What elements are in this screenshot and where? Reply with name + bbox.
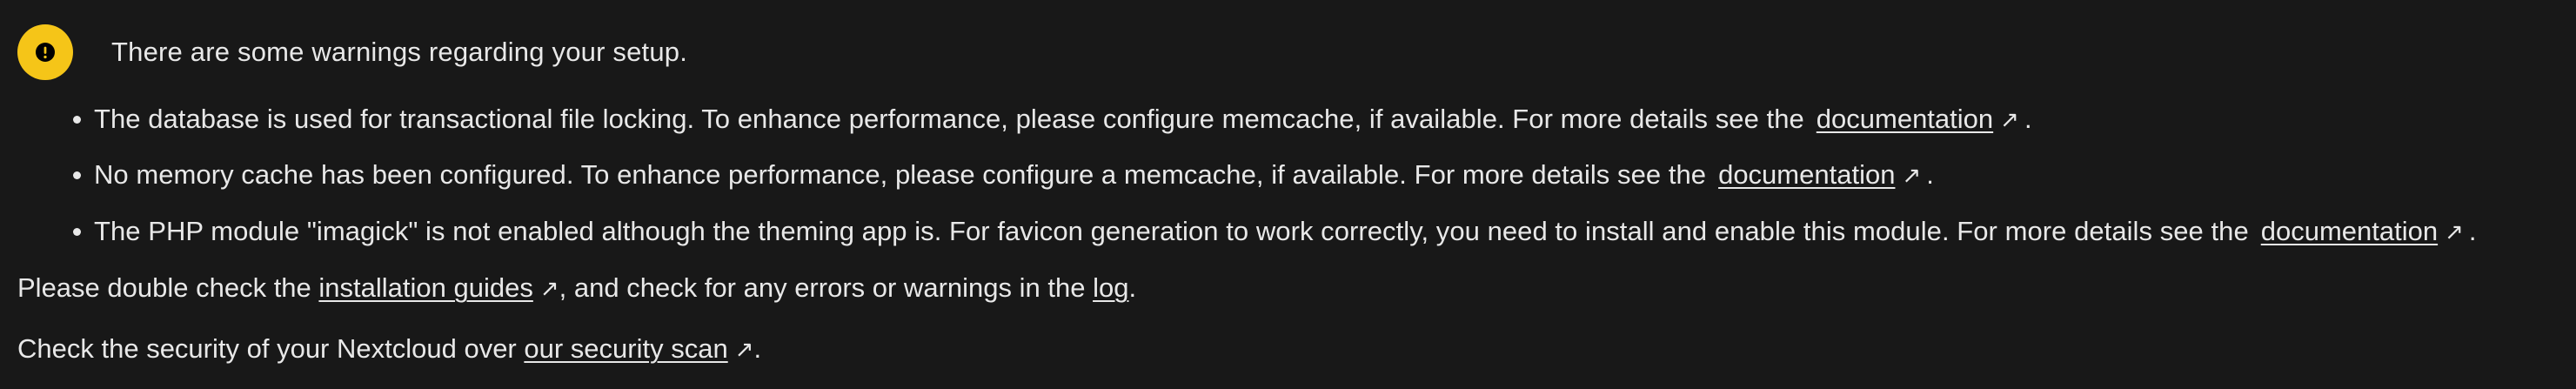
documentation-link[interactable]: documentation ↗ [1817,103,2019,135]
installation-guides-link[interactable]: installation guides ↗ [318,272,559,304]
documentation-link[interactable]: documentation ↗ [1718,158,1921,191]
warning-item-database-locking: The database is used for transactional f… [73,102,2032,137]
warning-icon [17,24,73,80]
external-link-arrow-icon: ↗ [2445,218,2464,245]
documentation-link-label: documentation [2260,216,2439,247]
external-link-arrow-icon: ↗ [539,275,559,302]
documentation-link-label: documentation [1718,159,1896,191]
documentation-link-label: documentation [1816,104,1994,135]
warning-item-memory-cache: No memory cache has been configured. To … [73,158,1934,192]
warning-suffix: . [2468,216,2477,247]
warning-text: The database is used for transactional f… [94,104,1804,135]
installation-guides-text-before: Please double check the [17,272,319,304]
installation-guides-text-middle: , and check for any errors or warnings i… [559,272,1094,304]
external-link-arrow-icon: ↗ [2000,106,2019,133]
security-scan-text-after: . [753,333,762,365]
installation-guides-message: Please double check the installation gui… [17,271,1136,305]
installation-guides-text-after: . [1128,272,1137,304]
warnings-header: There are some warnings regarding your s… [17,24,687,80]
warning-suffix: . [1926,159,1934,191]
warning-suffix: . [2024,104,2032,135]
security-scan-text-before: Check the security of your Nextcloud ove… [17,333,525,365]
warning-item-imagick: The PHP module "imagick" is not enabled … [73,214,2477,249]
setup-warnings-panel: There are some warnings regarding your s… [0,0,2576,389]
security-scan-message: Check the security of your Nextcloud ove… [17,332,761,366]
warnings-title: There are some warnings regarding your s… [111,37,688,68]
security-scan-link[interactable]: our security scan ↗ [524,332,753,365]
bullet-icon [73,171,81,179]
log-link[interactable]: log [1093,272,1128,304]
external-link-arrow-icon: ↗ [1902,162,1922,189]
installation-guides-link-label: installation guides [318,272,533,304]
warning-text: No memory cache has been configured. To … [94,159,1707,191]
external-link-arrow-icon: ↗ [734,336,754,363]
bullet-icon [73,227,81,236]
bullet-icon [73,115,81,124]
documentation-link[interactable]: documentation ↗ [2261,215,2464,247]
warning-text: The PHP module "imagick" is not enabled … [94,216,2249,247]
security-scan-link-label: our security scan [524,333,728,365]
